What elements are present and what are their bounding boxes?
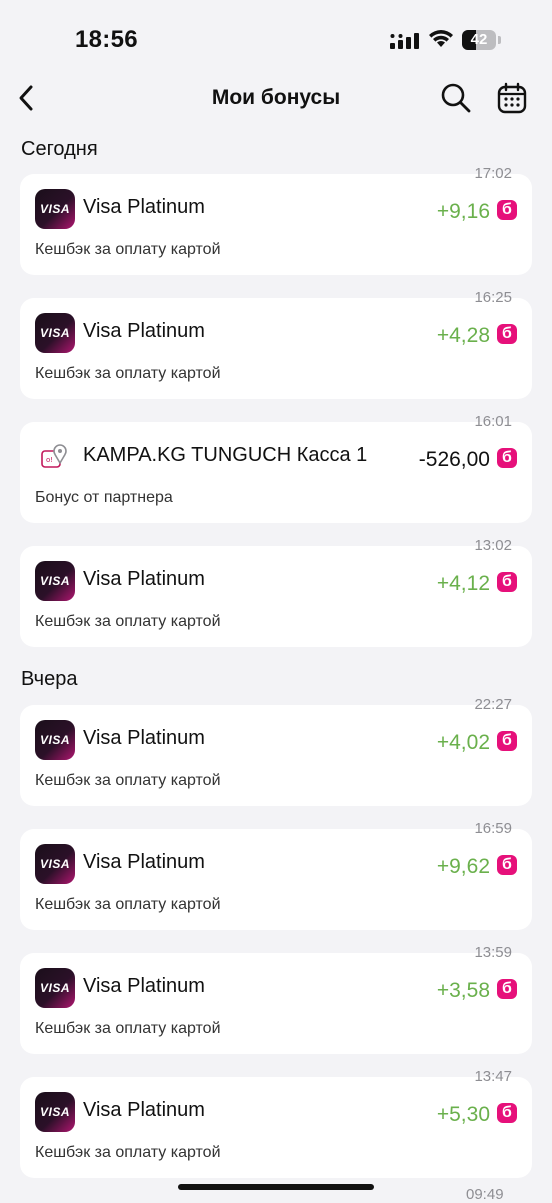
bonus-currency-icon: б [497,200,517,220]
visa-card-icon: VISA [35,313,75,353]
status-time: 18:56 [75,26,138,53]
transaction-time: 13:02 [474,537,512,554]
transaction-title: Visa Platinum [83,1099,205,1121]
wifi-icon [429,30,453,47]
transaction-time: 17:02 [474,165,512,182]
transaction-title: Visa Platinum [83,568,205,590]
transaction-time: 16:25 [474,289,512,306]
transaction-amount: +4,28 [436,324,490,347]
transaction-amount: +4,12 [436,572,490,595]
status-bar: 18:56 42 [0,0,552,72]
transaction-title: Visa Platinum [83,196,205,218]
visa-card-icon: VISA [35,844,75,884]
visa-card-icon: VISA [35,968,75,1008]
transaction-amount: +3,58 [436,979,490,1002]
bonus-currency-icon: б [497,731,517,751]
transaction-title: Visa Platinum [83,727,205,749]
transaction-time: 13:59 [474,944,512,961]
transaction-title: Visa Platinum [83,851,205,873]
battery-indicator: 42 [462,30,502,50]
transaction-card[interactable]: 13:02 VISA Visa Platinum Кешбэк за оплат… [20,537,532,647]
transaction-card[interactable]: 16:01 o! KAMPA.KG TUNGUCH Касса 1 Бонус … [20,413,532,523]
transaction-title: Visa Platinum [83,320,205,342]
transaction-subtitle: Кешбэк за оплату картой [35,896,221,913]
transaction-title: Visa Platinum [83,975,205,997]
transaction-amount: +4,02 [436,731,490,754]
transaction-amount: +9,62 [436,855,490,878]
transaction-card[interactable]: 13:59 VISA Visa Platinum Кешбэк за оплат… [20,944,532,1054]
bonus-currency-icon: б [497,448,517,468]
section-title-today: Сегодня [21,138,98,160]
visa-card-icon: VISA [35,561,75,601]
home-indicator[interactable] [178,1184,374,1190]
cellular-signal-icon [390,33,419,49]
transaction-subtitle: Кешбэк за оплату картой [35,365,221,382]
transaction-time: 22:27 [474,696,512,713]
svg-text:o!: o! [46,456,53,464]
header: Мои бонусы [0,72,552,128]
visa-card-icon: VISA [35,720,75,760]
transaction-card[interactable]: 16:59 VISA Visa Platinum Кешбэк за оплат… [20,820,532,930]
transaction-card[interactable]: 13:47 VISA Visa Platinum Кешбэк за оплат… [20,1068,532,1178]
transaction-time: 16:59 [474,820,512,837]
transaction-subtitle: Кешбэк за оплату картой [35,613,221,630]
bonus-currency-icon: б [497,979,517,999]
transaction-amount: +9,16 [436,200,490,223]
transaction-subtitle: Кешбэк за оплату картой [35,241,221,258]
partner-location-icon: o! [35,437,75,477]
transaction-subtitle: Кешбэк за оплату картой [35,1144,221,1161]
bonus-currency-icon: б [497,855,517,875]
transaction-subtitle: Кешбэк за оплату картой [35,772,221,789]
transaction-amount: -526,00 [418,448,490,471]
transaction-amount: +5,30 [436,1103,490,1126]
bonus-currency-icon: б [497,572,517,592]
calendar-icon[interactable] [497,82,527,114]
transaction-card[interactable]: 16:25 VISA Visa Platinum Кешбэк за оплат… [20,289,532,399]
transaction-card[interactable]: 17:02 VISA Visa Platinum Кешбэк за оплат… [20,165,532,275]
transaction-subtitle: Кешбэк за оплату картой [35,1020,221,1037]
transaction-subtitle: Бонус от партнера [35,489,173,506]
visa-card-icon: VISA [35,189,75,229]
battery-percent: 42 [470,31,488,48]
bonus-currency-icon: б [497,324,517,344]
transaction-time: 13:47 [474,1068,512,1085]
visa-card-icon: VISA [35,1092,75,1132]
transaction-time-partial: 09:49 [466,1186,504,1203]
transaction-card[interactable]: 22:27 VISA Visa Platinum Кешбэк за оплат… [20,696,532,806]
transaction-time: 16:01 [474,413,512,430]
bonus-currency-icon: б [497,1103,517,1123]
search-icon[interactable] [440,82,472,114]
transaction-title: KAMPA.KG TUNGUCH Касса 1 [83,444,368,466]
section-title-yesterday: Вчера [21,668,78,690]
